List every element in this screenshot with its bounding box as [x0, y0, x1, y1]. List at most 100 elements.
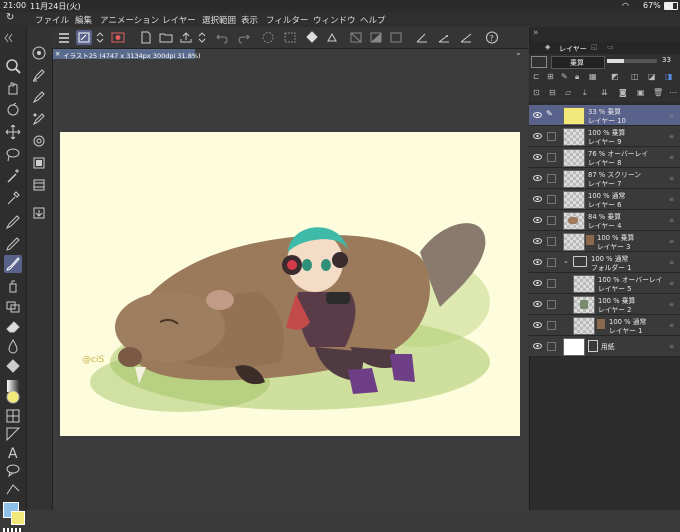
layer-color-icon[interactable]: ◩ — [611, 72, 619, 81]
more-icon[interactable]: ⋯ — [669, 88, 677, 97]
new-raster-layer-icon[interactable]: ⊡ — [533, 88, 540, 97]
text-icon[interactable]: A — [4, 443, 22, 462]
paper-row[interactable]: 用紙 ≡ — [529, 336, 680, 357]
layer-row[interactable]: 87 % スクリーン レイヤー 7 ≡ — [529, 168, 680, 189]
lock-transparent-icon[interactable]: ▦ — [589, 72, 597, 81]
selection-boundary-icon[interactable] — [388, 30, 404, 45]
menu-window[interactable]: ウィンドウ — [313, 14, 356, 26]
move-icon[interactable] — [4, 123, 22, 141]
drag-handle-icon[interactable]: ≡ — [669, 238, 675, 245]
layer-type-icon[interactable] — [531, 56, 547, 68]
balloon-icon[interactable] — [4, 461, 22, 479]
menu-layer[interactable]: レイヤー — [162, 14, 196, 26]
new-vector-layer-icon[interactable]: ⊟ — [549, 88, 556, 97]
layer-row[interactable]: 100 % オーバーレイ レイヤー 5 ≡ — [529, 273, 680, 294]
brush-icon[interactable] — [4, 255, 22, 273]
correct-line-icon[interactable] — [4, 479, 22, 497]
delete-layer-icon[interactable]: 🗑︎ — [653, 88, 663, 97]
layer-property-icon[interactable] — [31, 133, 47, 149]
pen-opacity-icon[interactable] — [31, 111, 47, 127]
transfer-down-icon[interactable]: ⤓ — [583, 88, 587, 98]
menu-selection[interactable]: 選択範囲 — [202, 14, 236, 26]
pen-size-icon[interactable] — [31, 89, 47, 105]
drag-handle-icon[interactable]: ≡ — [669, 280, 675, 287]
menu-filter[interactable]: フィルター — [266, 14, 308, 26]
invert-selection-icon[interactable] — [368, 30, 384, 45]
visibility-eye-icon[interactable] — [533, 132, 542, 140]
blend-mode-select[interactable]: 乗算 — [551, 56, 605, 69]
undo-icon[interactable] — [214, 30, 230, 45]
layer-row[interactable]: 100 % 乗算 レイヤー 3 ≡ — [529, 231, 680, 252]
visibility-eye-icon[interactable] — [533, 111, 542, 119]
transparent-color-swatch[interactable] — [3, 528, 23, 532]
chevron-updown-icon-2[interactable] — [194, 30, 210, 45]
visibility-eye-icon[interactable] — [533, 342, 542, 350]
help-icon[interactable]: ? — [484, 30, 500, 45]
illustration[interactable]: @ciS — [60, 132, 520, 436]
draft-icon[interactable]: ✎ — [561, 72, 568, 81]
import-icon[interactable] — [31, 205, 47, 221]
fill-settings-icon[interactable] — [31, 155, 47, 171]
layer-select-checkbox[interactable] — [547, 237, 556, 246]
film-icon[interactable] — [31, 177, 47, 193]
clip-icon[interactable]: ⊏ — [533, 72, 540, 81]
layer-select-checkbox[interactable] — [547, 132, 556, 141]
menu-view[interactable]: 表示 — [241, 14, 258, 26]
drag-handle-icon[interactable]: ≡ — [669, 133, 675, 140]
opacity-slider[interactable] — [607, 59, 657, 63]
app-logo-icon[interactable]: ↻ — [6, 12, 14, 23]
drag-handle-icon[interactable]: ≡ — [669, 301, 675, 308]
menu-help[interactable]: ヘルプ — [360, 14, 386, 26]
layer-row[interactable]: 100 % 乗算 レイヤー 9 ≡ — [529, 126, 680, 147]
rotate-icon[interactable] — [4, 101, 22, 119]
eraser-icon[interactable] — [4, 317, 22, 335]
figure-icon[interactable] — [4, 407, 22, 425]
close-tab-icon[interactable]: ✕ — [55, 50, 60, 58]
new-folder-icon[interactable]: ▱ — [565, 88, 571, 97]
layer-row[interactable]: 76 % オーバーレイ レイヤー 8 ≡ — [529, 147, 680, 168]
chevron-down-icon[interactable]: ⌄ — [515, 48, 522, 57]
clear-icon[interactable] — [260, 30, 276, 45]
tab-properties-icon[interactable]: ▭ — [607, 43, 614, 51]
sub-color-swatch[interactable] — [11, 511, 25, 525]
chevron-down-icon[interactable]: ⌄ — [563, 257, 569, 265]
transform-icon[interactable] — [324, 30, 340, 45]
layer-row[interactable]: 84 % 乗算 レイヤー 4 ≡ — [529, 210, 680, 231]
layer-select-checkbox[interactable] — [547, 258, 556, 267]
grid-snap-icon[interactable] — [458, 30, 474, 45]
pen-settings-icon[interactable] — [31, 67, 47, 83]
collapse-icon[interactable] — [4, 29, 22, 47]
drag-handle-icon[interactable]: ≡ — [669, 175, 675, 182]
layer-select-checkbox[interactable] — [547, 153, 556, 162]
export-icon[interactable] — [178, 30, 194, 45]
layer-select-checkbox[interactable] — [547, 195, 556, 204]
new-file-icon[interactable] — [138, 30, 154, 45]
mask-add-icon[interactable]: ◙ — [619, 88, 627, 97]
reference-icon[interactable]: ⊞ — [547, 72, 554, 81]
layer-select-checkbox[interactable] — [547, 174, 556, 183]
hand-icon[interactable] — [4, 79, 22, 97]
drag-handle-icon[interactable]: ≡ — [669, 154, 675, 161]
layer-select-checkbox[interactable] — [547, 342, 556, 351]
menu-edit[interactable]: 編集 — [75, 14, 92, 26]
decoration-icon[interactable] — [4, 297, 22, 315]
zoom-icon[interactable] — [4, 57, 22, 75]
ruler-snap-icon[interactable] — [414, 30, 430, 45]
ruler-layer-icon[interactable]: ◪ — [648, 72, 656, 81]
layer-row[interactable]: 100 % 通常 レイヤー 1 ≡ — [529, 315, 680, 336]
visibility-eye-icon[interactable] — [533, 237, 542, 245]
apply-mask-icon[interactable]: ▣ — [637, 88, 645, 97]
menu-animation[interactable]: アニメーション — [100, 14, 159, 26]
color-circle-icon[interactable] — [4, 388, 22, 406]
menu-file[interactable]: ファイル — [35, 14, 69, 26]
open-folder-icon[interactable] — [158, 30, 174, 45]
layer-select-checkbox[interactable] — [547, 321, 556, 330]
navigator-zoom-icon[interactable] — [31, 45, 47, 61]
pen-icon[interactable] — [4, 213, 22, 231]
mask-icon[interactable]: ◫ — [631, 72, 639, 81]
hamburger-menu-icon[interactable] — [56, 30, 72, 45]
tab-navigator-icon[interactable]: ◱ — [591, 43, 598, 51]
visibility-eye-icon[interactable] — [533, 258, 542, 266]
visibility-eye-icon[interactable] — [533, 300, 542, 308]
visibility-eye-icon[interactable] — [533, 153, 542, 161]
